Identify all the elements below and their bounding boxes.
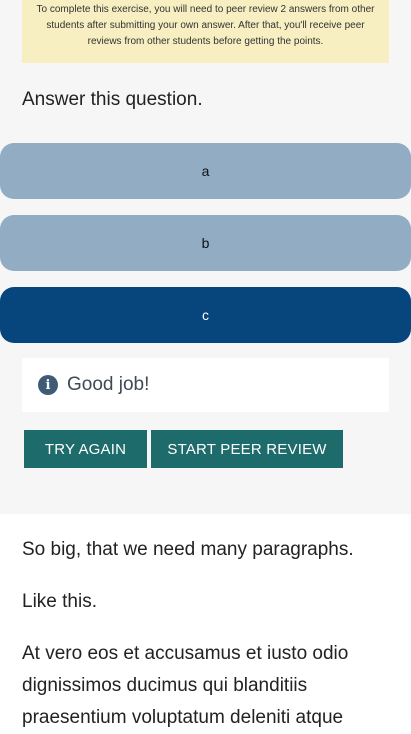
paragraph: At vero eos et accusamus et iusto odio d… <box>22 643 349 728</box>
info-icon: i <box>38 375 58 395</box>
answer-option-label: a <box>201 163 210 179</box>
peer-review-notice: To complete this exercise, you will need… <box>22 0 389 63</box>
feedback-message: i Good job! <box>22 358 389 412</box>
answer-option-c[interactable]: c <box>0 287 411 343</box>
answer-option-a[interactable]: a <box>0 143 411 199</box>
answer-option-label: b <box>201 235 210 251</box>
try-again-button[interactable]: TRY AGAIN <box>24 430 147 468</box>
question-prompt: Answer this question. <box>22 89 203 110</box>
feedback-text: Good job! <box>67 374 150 395</box>
peer-review-notice-text: To complete this exercise, you will need… <box>36 4 375 47</box>
paragraph: Like this. <box>22 591 97 612</box>
exercise-panel: To complete this exercise, you will need… <box>0 0 411 514</box>
answer-option-label: c <box>202 307 209 323</box>
paragraph: So big, that we need many paragraphs. <box>22 539 354 560</box>
start-peer-review-button[interactable]: START PEER REVIEW <box>151 430 343 468</box>
answer-option-b[interactable]: b <box>0 215 411 271</box>
